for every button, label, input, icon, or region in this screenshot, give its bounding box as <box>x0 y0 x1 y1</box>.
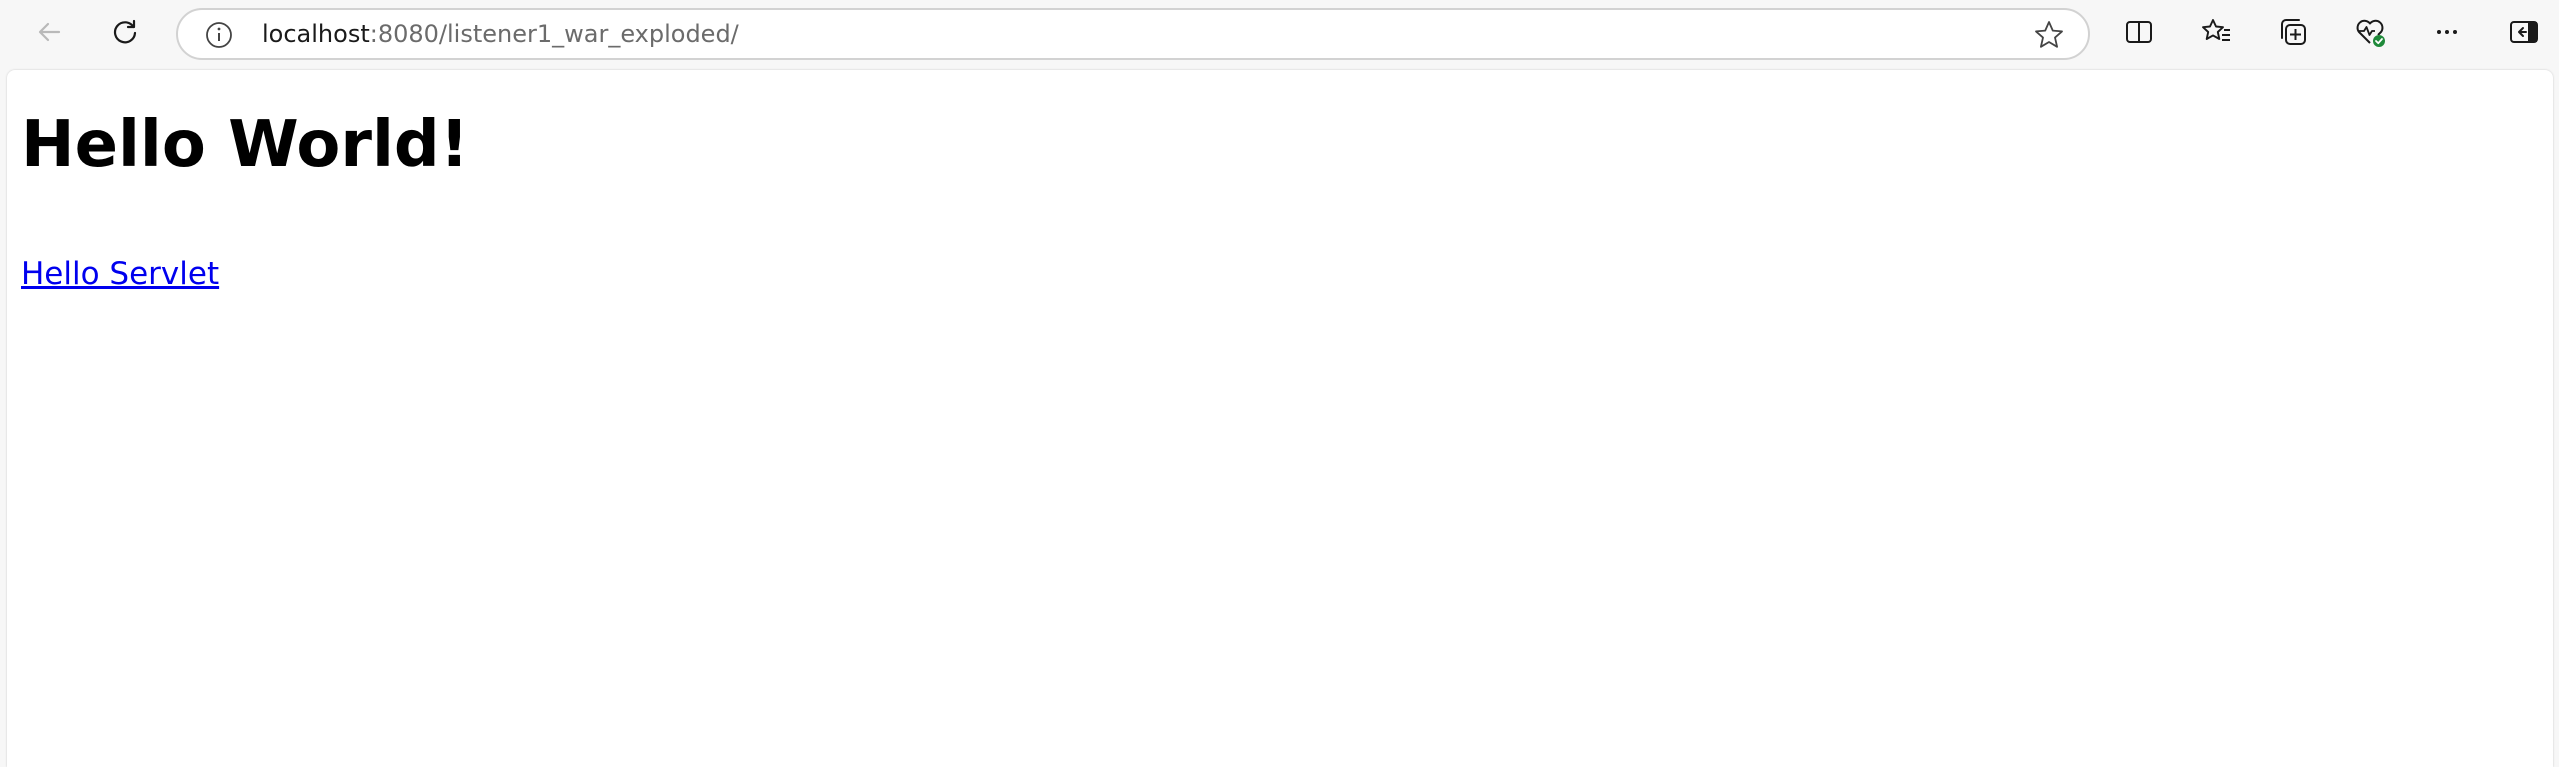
browser-toolbar: localhost:8080/listener1_war_exploded/ <box>0 0 2559 70</box>
collections-button[interactable] <box>2269 10 2317 58</box>
hello-servlet-link[interactable]: Hello Servlet <box>21 256 219 292</box>
url-text[interactable]: localhost:8080/listener1_war_exploded/ <box>262 10 739 58</box>
more-icon <box>2431 16 2463 53</box>
url-path: :8080/listener1_war_exploded/ <box>369 20 739 48</box>
back-button[interactable] <box>25 10 73 58</box>
sidebar-toggle-button[interactable] <box>2500 10 2548 58</box>
refresh-icon <box>109 16 141 53</box>
browser-essentials-button[interactable] <box>2346 10 2394 58</box>
sidebar-toggle-icon <box>2508 16 2540 53</box>
url-host: localhost <box>262 20 370 48</box>
heart-pulse-icon <box>2354 16 2386 53</box>
favorites-list-icon <box>2200 16 2232 53</box>
split-screen-icon <box>2123 16 2155 53</box>
refresh-button[interactable] <box>101 10 149 58</box>
browser-window: localhost:8080/listener1_war_exploded/ H… <box>0 0 2559 767</box>
collections-icon <box>2277 16 2309 53</box>
more-button[interactable] <box>2423 10 2471 58</box>
back-arrow-icon <box>33 16 65 53</box>
address-bar[interactable]: localhost:8080/listener1_war_exploded/ <box>176 8 2090 60</box>
page-heading: Hello World! <box>21 108 469 182</box>
page-content: Hello World! Hello Servlet <box>7 70 2553 767</box>
favorites-button[interactable] <box>2192 10 2240 58</box>
star-icon[interactable] <box>2032 18 2066 52</box>
split-screen-button[interactable] <box>2115 10 2163 58</box>
info-icon[interactable] <box>204 20 234 50</box>
